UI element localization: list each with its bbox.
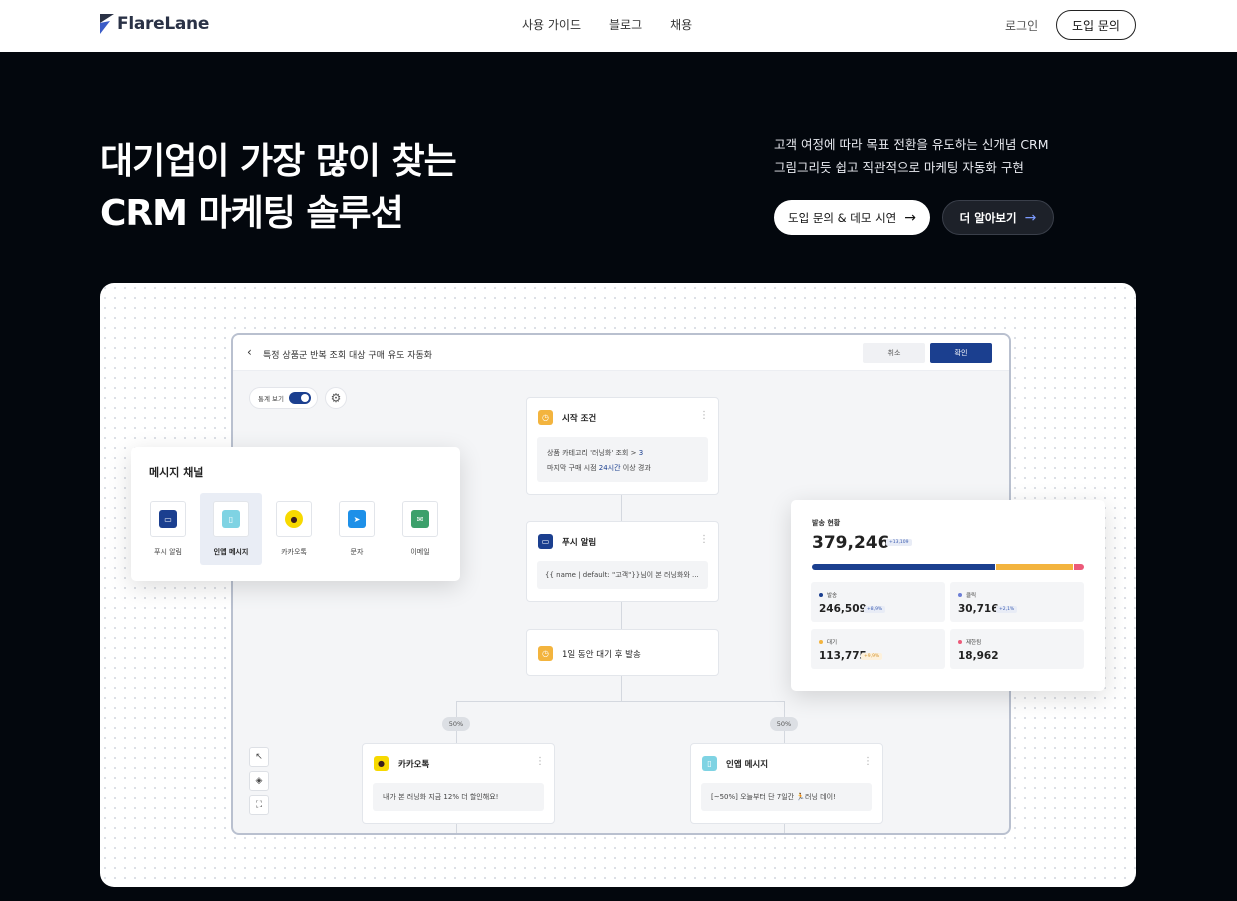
- message-channel-card: 메시지 채널 ▭ 푸시 알림 ▯ 인앱 메시지 ● 카카오톡 ➤ 문자 ✉ 이메…: [131, 447, 460, 581]
- layers-icon[interactable]: ◈: [249, 771, 269, 791]
- kakaotalk-node[interactable]: ● 카카오톡 ⋮ 내가 본 러닝화 지금 12% 더 할인해요!: [362, 743, 555, 824]
- node-title: 시작 조건: [562, 413, 597, 424]
- split-ratio-badge: 50%: [770, 717, 798, 731]
- channel-email[interactable]: ✉ 이메일: [389, 493, 451, 565]
- more-options-icon[interactable]: ⋮: [863, 756, 873, 767]
- learn-more-button[interactable]: 더 알아보기 →: [942, 200, 1054, 235]
- total-delta-badge: +13,109: [886, 539, 912, 546]
- chevron-left-icon[interactable]: ‹: [247, 345, 252, 359]
- more-options-icon[interactable]: ⋮: [535, 756, 545, 767]
- node-body: 내가 본 러닝화 지금 12% 더 할인해요!: [373, 783, 544, 811]
- gear-icon[interactable]: ⚙: [325, 387, 347, 409]
- toggle-switch[interactable]: [289, 392, 311, 404]
- nav-careers[interactable]: 채용: [670, 16, 692, 33]
- learn-more-label: 더 알아보기: [959, 210, 1017, 225]
- hero-desc-line2: 그림그리듯 쉽고 직관적으로 마케팅 자동화 구현: [774, 160, 1024, 175]
- node-title: 인앱 메시지: [726, 759, 769, 770]
- clock-icon: ◷: [538, 410, 553, 425]
- arrow-right-icon: →: [904, 209, 916, 226]
- hero-title-line1: 대기업이 가장 많이 찾는: [100, 141, 457, 182]
- cancel-button[interactable]: 취소: [863, 343, 925, 363]
- top-navigation-bar: FlareLane 사용 가이드 블로그 채용 로그인 도입 문의: [0, 0, 1237, 52]
- stats-bar-sent: [812, 564, 995, 570]
- inquiry-button[interactable]: 도입 문의: [1056, 10, 1136, 40]
- kakaotalk-icon: ●: [374, 756, 389, 771]
- wait-node[interactable]: ◷ 1일 동안 대기 후 발송: [526, 629, 719, 676]
- hero-desc-line1: 고객 여정에 따라 목표 전환을 유도하는 신개념 CRM: [774, 137, 1049, 152]
- stats-label: 발송 현황: [812, 519, 841, 527]
- stat-waiting: 대기 113,775 +9,9%: [811, 629, 945, 669]
- hero-title: 대기업이 가장 많이 찾는 CRM 마케팅 솔루션: [100, 136, 457, 240]
- flarelane-logo-icon: [100, 14, 114, 34]
- demo-request-label: 도입 문의 & 데모 시연: [788, 210, 897, 225]
- channel-push[interactable]: ▭ 푸시 알림: [137, 493, 199, 565]
- kakaotalk-icon: ●: [285, 510, 303, 528]
- canvas-toolbar: ↖ ◈ ⛶: [249, 747, 269, 815]
- connector-line: [456, 823, 457, 833]
- stats-toggle[interactable]: 통계 보기: [249, 387, 318, 409]
- node-body: {{ name | default: "고객"}}님이 본 러닝화와 ...: [537, 561, 708, 589]
- connector-line: [621, 676, 622, 702]
- confirm-button[interactable]: 확인: [930, 343, 992, 363]
- more-options-icon[interactable]: ⋮: [699, 534, 709, 545]
- delivery-stats-card: 발송 현황 379,246 +13,109 발송 246,509 +8,9% 클…: [791, 500, 1105, 691]
- node-body: 상품 카테고리 '러닝화' 조회 > 3 마지막 구매 시점 24시간 이상 경…: [537, 437, 708, 482]
- node-body: [~50%] 오늘부터 단 7일간 🏃러닝 데이!: [701, 783, 872, 811]
- clock-icon: ◷: [538, 646, 553, 661]
- editor-title: 특정 상품군 반복 조회 대상 구매 유도 자동화: [263, 351, 433, 361]
- fullscreen-icon[interactable]: ⛶: [249, 795, 269, 815]
- nav-usage-guide[interactable]: 사용 가이드: [522, 16, 581, 33]
- connector-line: [784, 823, 785, 833]
- arrow-right-icon: →: [1024, 209, 1037, 226]
- stats-toggle-label: 통계 보기: [258, 395, 284, 403]
- more-options-icon[interactable]: ⋮: [699, 410, 709, 421]
- pointer-plus-icon[interactable]: ↖: [249, 747, 269, 767]
- stats-bar-limited: [1074, 564, 1084, 570]
- flarelane-logo[interactable]: FlareLane: [100, 14, 209, 34]
- stat-sent: 발송 246,509 +8,9%: [811, 582, 945, 622]
- nav-blog[interactable]: 블로그: [609, 16, 642, 33]
- channel-sms[interactable]: ➤ 문자: [326, 493, 388, 565]
- in-app-message-node[interactable]: ▯ 인앱 메시지 ⋮ [~50%] 오늘부터 단 7일간 🏃러닝 데이!: [690, 743, 883, 824]
- push-notification-node[interactable]: ▭ 푸시 알림 ⋮ {{ name | default: "고객"}}님이 본 …: [526, 521, 719, 602]
- hero-title-line2: CRM 마케팅 솔루션: [100, 193, 404, 234]
- stat-click: 클릭 30,716 +2,1%: [950, 582, 1084, 622]
- channel-kakaotalk[interactable]: ● 카카오톡: [263, 493, 325, 565]
- connector-line: [621, 495, 622, 521]
- push-icon: ▭: [159, 510, 177, 528]
- node-title: 1일 동안 대기 후 발송: [562, 649, 641, 660]
- demo-request-button[interactable]: 도입 문의 & 데모 시연 →: [774, 200, 930, 235]
- in-app-message-icon: ▯: [222, 510, 240, 528]
- product-showcase: ‹ 특정 상품군 반복 조회 대상 구매 유도 자동화 취소 확인 통계 보기 …: [100, 283, 1136, 887]
- start-condition-node[interactable]: ◷ 시작 조건 ⋮ 상품 카테고리 '러닝화' 조회 > 3 마지막 구매 시점…: [526, 397, 719, 495]
- mail-icon: ✉: [411, 510, 429, 528]
- node-title: 푸시 알림: [562, 537, 597, 548]
- hero-description: 고객 여정에 따라 목표 전환을 유도하는 신개념 CRM 그림그리듯 쉽고 직…: [774, 133, 1049, 179]
- channel-in-app[interactable]: ▯ 인앱 메시지: [200, 493, 262, 565]
- connector-line: [456, 701, 785, 702]
- stats-bar-waiting: [996, 564, 1073, 570]
- editor-header: ‹ 특정 상품군 반복 조회 대상 구매 유도 자동화 취소 확인: [233, 335, 1009, 371]
- push-icon: ▭: [538, 534, 553, 549]
- connector-line: [621, 601, 622, 629]
- node-title: 카카오톡: [398, 759, 430, 770]
- stats-total: 379,246: [812, 533, 890, 553]
- in-app-message-icon: ▯: [702, 756, 717, 771]
- paper-plane-icon: ➤: [348, 510, 366, 528]
- stat-limited: 제한됨 18,962: [950, 629, 1084, 669]
- brand-name: FlareLane: [117, 14, 210, 34]
- split-ratio-badge: 50%: [442, 717, 470, 731]
- login-link[interactable]: 로그인: [1005, 17, 1038, 34]
- channel-card-title: 메시지 채널: [149, 466, 204, 479]
- main-nav: 사용 가이드 블로그 채용: [522, 16, 692, 33]
